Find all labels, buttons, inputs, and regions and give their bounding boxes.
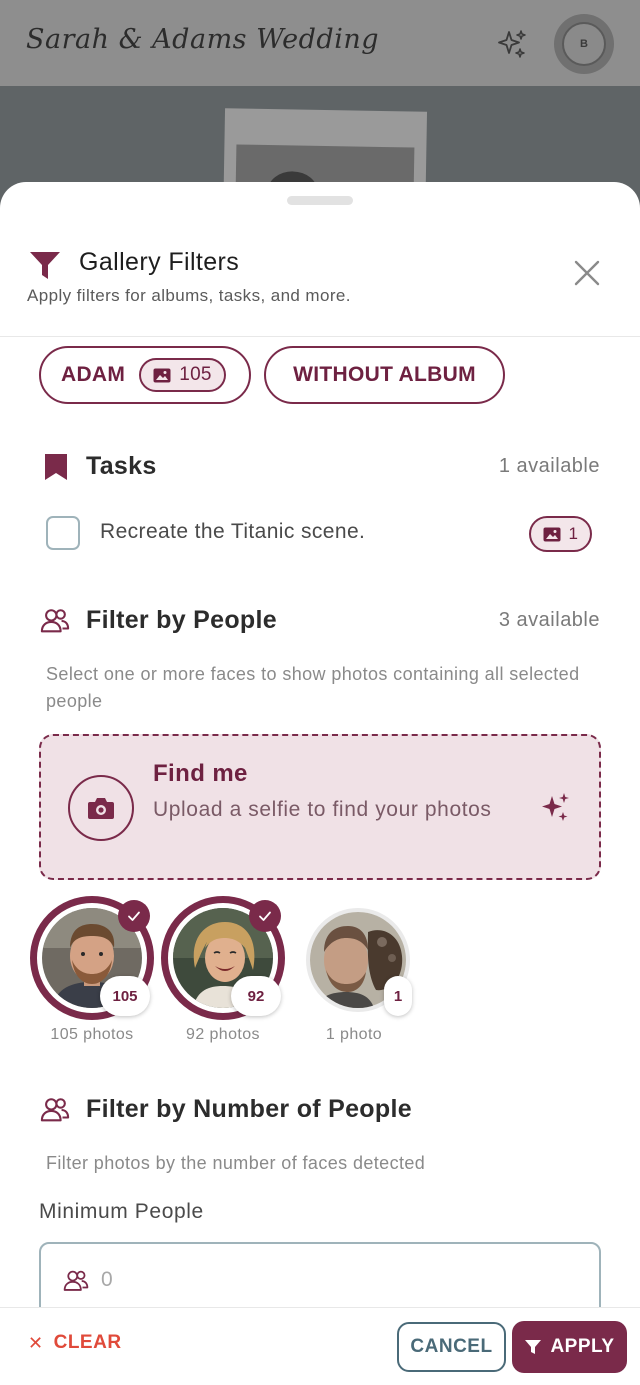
minimum-people-input[interactable] (101, 1262, 581, 1298)
people-icon (40, 609, 70, 633)
number-of-people-title: Filter by Number of People (86, 1095, 412, 1123)
album-chip-without-album[interactable]: WITHOUT ALBUM (264, 346, 505, 404)
find-me-title: Find me (153, 760, 248, 787)
album-count-badge: 105 (139, 358, 226, 392)
camera-icon (88, 798, 114, 819)
user-avatar[interactable]: B (554, 14, 614, 74)
sparkle-icon[interactable] (496, 28, 528, 60)
avatar-initial: B (562, 22, 606, 66)
task-label: Recreate the Titanic scene. (100, 520, 366, 543)
apply-label: APPLY (550, 1336, 615, 1357)
top-bar: Sarah & Adams Wedding B (0, 0, 640, 86)
task-item[interactable]: Recreate the Titanic scene. 1 (46, 516, 594, 552)
task-count-value: 1 (568, 524, 578, 543)
people-title: Filter by People (86, 606, 277, 634)
people-icon (40, 1098, 70, 1122)
app-title: Sarah & Adams Wedding (26, 24, 380, 55)
tasks-title: Tasks (86, 452, 157, 480)
find-me-subtitle: Upload a selfie to find your photos (153, 798, 492, 821)
clear-label: CLEAR (53, 1332, 122, 1353)
task-photo-count: 1 (528, 516, 592, 552)
apply-button[interactable]: APPLY (512, 1321, 627, 1373)
image-icon (543, 527, 561, 541)
close-button[interactable] (568, 254, 606, 292)
album-count: 105 (179, 364, 212, 385)
face-label: 105 photos (50, 1026, 134, 1043)
gallery-filters-sheet: Gallery Filters Apply filters for albums… (0, 182, 640, 1385)
people-help-text: Select one or more faces to show photos … (46, 664, 580, 711)
face-photo-count: 92 (231, 976, 281, 1016)
album-chip-label: WITHOUT ALBUM (293, 363, 476, 386)
drag-handle[interactable] (287, 196, 353, 205)
selected-check-icon (118, 900, 150, 932)
number-of-people-help-text: Filter photos by the number of faces det… (46, 1153, 426, 1173)
task-checkbox[interactable] (46, 516, 80, 550)
bookmark-icon (45, 454, 67, 480)
sparkle-icon (542, 793, 569, 821)
sheet-footer: ✕ CLEAR CANCEL APPLY (0, 1307, 640, 1385)
image-icon (153, 368, 171, 382)
album-chip-adam[interactable]: ADAM 105 (39, 346, 251, 404)
selected-check-icon (249, 900, 281, 932)
people-available: 3 available (498, 609, 600, 631)
face-photo-count: 1 (384, 976, 412, 1016)
camera-button (68, 775, 134, 841)
sheet-title: Gallery Filters (79, 248, 240, 276)
close-icon: ✕ (28, 1332, 44, 1353)
minimum-people-label: Minimum People (39, 1200, 204, 1223)
album-chip-label: ADAM (61, 363, 126, 386)
people-icon (63, 1270, 89, 1291)
tasks-available: 1 available (498, 455, 600, 477)
funnel-icon (525, 1340, 542, 1354)
clear-button[interactable]: ✕ CLEAR (28, 1332, 122, 1354)
header-divider (0, 336, 640, 337)
app-root: Sarah & Adams Wedding B Gallery Filters … (0, 0, 640, 1385)
face-label: 92 photos (186, 1026, 260, 1043)
face-photo-count: 105 (100, 976, 150, 1016)
close-icon (574, 260, 600, 286)
find-me-card[interactable]: Find me Upload a selfie to find your pho… (39, 734, 601, 880)
cancel-button[interactable]: CANCEL (397, 1322, 506, 1372)
face-label: 1 photo (325, 1026, 383, 1043)
funnel-icon (30, 252, 60, 279)
sheet-subtitle: Apply filters for albums, tasks, and mor… (27, 286, 351, 305)
